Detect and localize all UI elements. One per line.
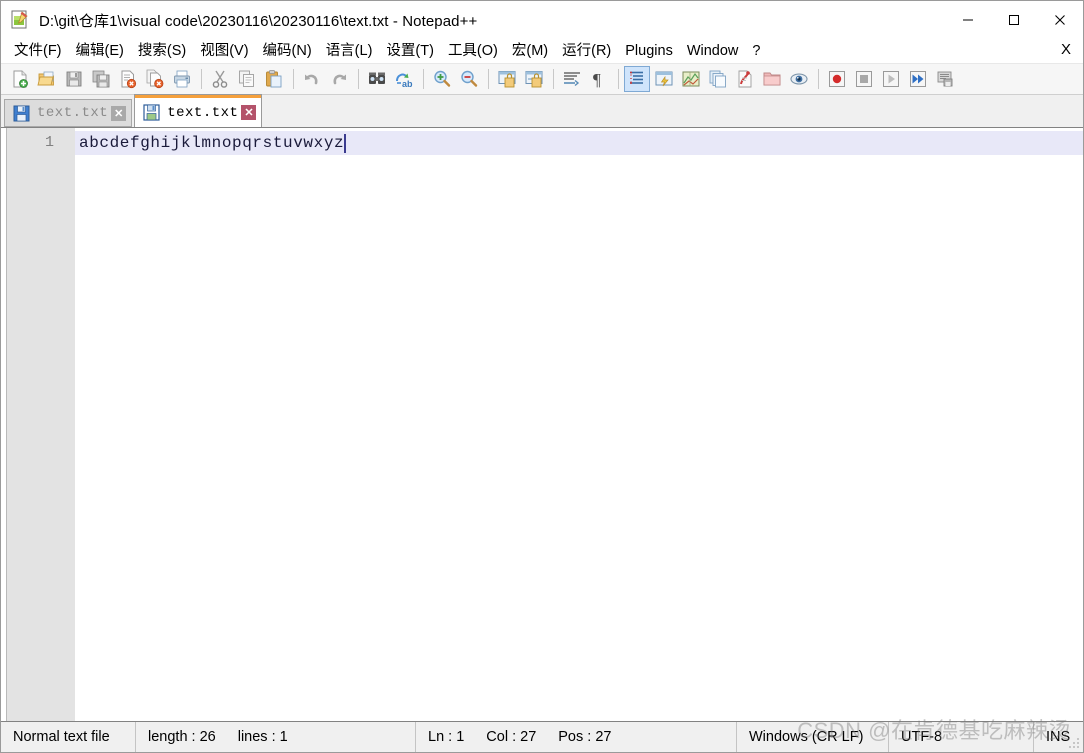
undo-icon[interactable] — [299, 66, 325, 92]
macro-record-icon[interactable] — [824, 66, 850, 92]
word-wrap-icon[interactable] — [559, 66, 585, 92]
menu-item-encoding[interactable]: 编码(N) — [256, 40, 319, 63]
svg-text:b: b — [407, 79, 413, 89]
copy-icon[interactable] — [234, 66, 260, 92]
menu-item-help[interactable]: ? — [745, 40, 767, 63]
text-caret — [344, 133, 346, 153]
toolbar: a b ¶ — [1, 64, 1083, 95]
tab-close-icon[interactable]: ✕ — [241, 105, 257, 120]
zoom-in-icon[interactable] — [429, 66, 455, 92]
new-file-icon[interactable] — [7, 66, 33, 92]
toolbar-separator — [293, 69, 294, 89]
open-file-icon[interactable] — [34, 66, 60, 92]
notepadpp-window: D:\git\仓库1\visual code\20230116\20230116… — [0, 0, 1084, 753]
title-bar: D:\git\仓库1\visual code\20230116\20230116… — [1, 1, 1083, 39]
macro-play-icon[interactable] — [878, 66, 904, 92]
toolbar-separator — [358, 69, 359, 89]
menu-item-edit[interactable]: 编辑(E) — [69, 40, 131, 63]
save-icon[interactable] — [61, 66, 87, 92]
monitoring-icon[interactable] — [786, 66, 812, 92]
print-icon[interactable] — [169, 66, 195, 92]
menu-item-window[interactable]: Window — [680, 40, 746, 63]
tab-close-icon[interactable]: ✕ — [111, 105, 127, 121]
paste-icon[interactable] — [261, 66, 287, 92]
document-map-icon[interactable] — [678, 66, 704, 92]
tab-label: text.txt — [167, 104, 239, 121]
toolbar-separator — [488, 69, 489, 89]
redo-icon[interactable] — [326, 66, 352, 92]
replace-icon[interactable]: a b — [391, 66, 417, 92]
notepad-plus-plus-icon — [10, 10, 30, 30]
toolbar-separator — [618, 69, 619, 89]
macro-save-icon[interactable] — [932, 66, 958, 92]
macro-stop-icon[interactable] — [851, 66, 877, 92]
code-line-1[interactable]: abcdefghijklmnopqrstuvwxyz — [75, 131, 1083, 155]
line-number: 1 — [44, 134, 54, 151]
status-encoding: UTF-8 — [889, 722, 1034, 752]
menu-item-settings[interactable]: 设置(T) — [379, 40, 441, 63]
status-pos: Pos : 27 — [558, 729, 612, 745]
status-file-type: Normal text file — [1, 722, 136, 752]
folder-as-workspace-icon[interactable] — [732, 66, 758, 92]
editor-area[interactable]: 1 abcdefghijklmnopqrstuvwxyz — [1, 127, 1083, 722]
status-lines: lines : 1 — [237, 729, 288, 745]
status-eol-format: Windows (CR LF) — [737, 722, 889, 752]
menu-item-language[interactable]: 语言(L) — [319, 40, 380, 63]
tab-label: text.txt — [37, 105, 109, 121]
menu-item-plugins[interactable]: Plugins — [618, 40, 680, 63]
status-length-lines: length : 26 lines : 1 — [136, 722, 416, 752]
menu-item-tools[interactable]: 工具(O) — [441, 40, 505, 63]
macro-play-multiple-icon[interactable] — [905, 66, 931, 92]
close-document-button[interactable]: X — [1058, 41, 1074, 58]
status-caret-position: Ln : 1 Col : 27 Pos : 27 — [416, 722, 737, 752]
folder-icon[interactable] — [759, 66, 785, 92]
save-all-icon[interactable] — [88, 66, 114, 92]
toolbar-separator — [818, 69, 819, 89]
maximize-button[interactable] — [991, 1, 1037, 39]
status-ln: Ln : 1 — [428, 729, 465, 745]
svg-text:¶: ¶ — [593, 70, 601, 89]
code-line-text: abcdefghijklmnopqrstuvwxyz — [79, 134, 345, 152]
close-button[interactable] — [1037, 1, 1083, 39]
window-title: D:\git\仓库1\visual code\20230116\20230116… — [39, 12, 478, 30]
menu-bar: 文件(F) 编辑(E) 搜索(S) 视图(V) 编码(N) 语言(L) 设置(T… — [1, 39, 1083, 64]
tab-bar: text.txt ✕ text.txt ✕ — [1, 94, 1083, 127]
tab-text-txt-1[interactable]: text.txt ✕ — [4, 99, 133, 127]
cut-icon[interactable] — [207, 66, 233, 92]
close-all-files-icon[interactable] — [142, 66, 168, 92]
find-icon[interactable] — [364, 66, 390, 92]
save-blue-icon — [13, 105, 30, 122]
window-controls — [945, 1, 1083, 39]
sync-vertical-scroll-icon[interactable] — [494, 66, 520, 92]
status-length: length : 26 — [148, 729, 216, 745]
toolbar-separator — [553, 69, 554, 89]
status-col: Col : 27 — [486, 729, 537, 745]
menu-item-file[interactable]: 文件(F) — [7, 40, 69, 63]
menu-item-macro[interactable]: 宏(M) — [505, 40, 555, 63]
toolbar-separator — [423, 69, 424, 89]
status-bar: Normal text file length : 26 lines : 1 L… — [1, 722, 1083, 752]
minimize-button[interactable] — [945, 1, 991, 39]
resize-grip[interactable] — [1068, 737, 1080, 749]
line-number-gutter: 1 — [7, 128, 75, 721]
save-blue-icon — [143, 104, 160, 121]
toolbar-separator — [201, 69, 202, 89]
sync-horizontal-scroll-icon[interactable] — [521, 66, 547, 92]
tab-text-txt-2[interactable]: text.txt ✕ — [134, 94, 263, 127]
code-canvas[interactable]: abcdefghijklmnopqrstuvwxyz — [75, 128, 1083, 721]
menu-item-search[interactable]: 搜索(S) — [131, 40, 193, 63]
menu-item-run[interactable]: 运行(R) — [555, 40, 618, 63]
user-defined-dialog-icon[interactable] — [651, 66, 677, 92]
menu-item-view[interactable]: 视图(V) — [193, 40, 255, 63]
show-all-characters-icon[interactable]: ¶ — [586, 66, 612, 92]
indent-guide-icon[interactable] — [624, 66, 650, 92]
function-list-icon[interactable] — [705, 66, 731, 92]
zoom-out-icon[interactable] — [456, 66, 482, 92]
close-file-icon[interactable] — [115, 66, 141, 92]
